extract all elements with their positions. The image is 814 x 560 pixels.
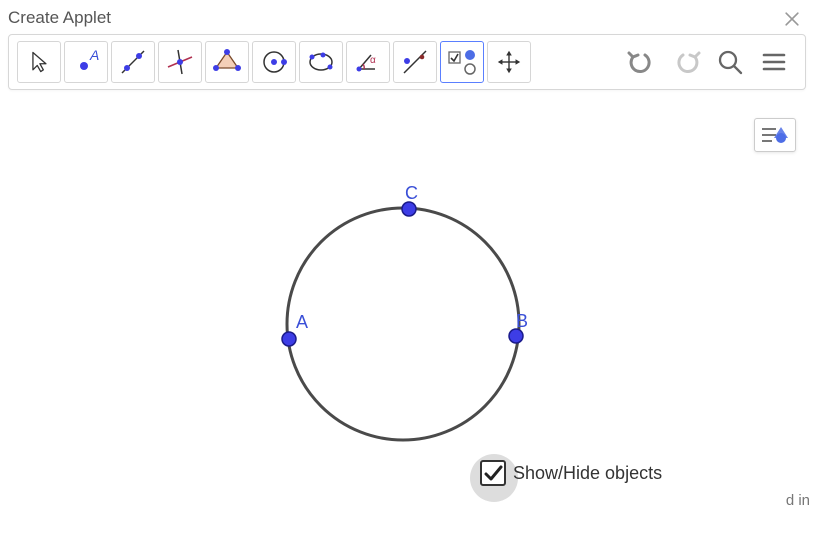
graphics-canvas[interactable]: A B C: [0, 90, 814, 550]
undo-button[interactable]: [625, 45, 659, 79]
point-b-label: B: [516, 311, 528, 331]
circle-tool[interactable]: [252, 41, 296, 83]
toolbar: A α: [8, 34, 806, 90]
angle-tool[interactable]: α: [346, 41, 390, 83]
polygon-tool[interactable]: [205, 41, 249, 83]
perpendicular-tool[interactable]: [158, 41, 202, 83]
conic-tool[interactable]: [299, 41, 343, 83]
login-fragment: d in: [786, 492, 810, 509]
point-c-label: C: [405, 183, 418, 203]
search-button[interactable]: [713, 45, 747, 79]
menu-button[interactable]: [757, 45, 791, 79]
point-b[interactable]: [509, 329, 523, 343]
showhide-checkbox[interactable]: [480, 460, 506, 486]
point-c[interactable]: [402, 202, 416, 216]
close-icon[interactable]: [782, 9, 800, 27]
reflect-tool[interactable]: [393, 41, 437, 83]
move-tool[interactable]: [17, 41, 61, 83]
slider-tool[interactable]: [440, 41, 484, 83]
showhide-label: Show/Hide objects: [513, 463, 662, 484]
point-a-label: A: [296, 312, 308, 332]
move-view-tool[interactable]: [487, 41, 531, 83]
point-tool[interactable]: A: [64, 41, 108, 83]
showhide-control: Show/Hide objects: [480, 460, 662, 486]
circle-object[interactable]: [287, 208, 519, 440]
svg-text:α: α: [370, 55, 376, 66]
line-tool[interactable]: [111, 41, 155, 83]
redo-button[interactable]: [669, 45, 703, 79]
page-title: Create Applet: [8, 8, 111, 28]
point-a[interactable]: [282, 332, 296, 346]
svg-text:A: A: [89, 47, 99, 63]
